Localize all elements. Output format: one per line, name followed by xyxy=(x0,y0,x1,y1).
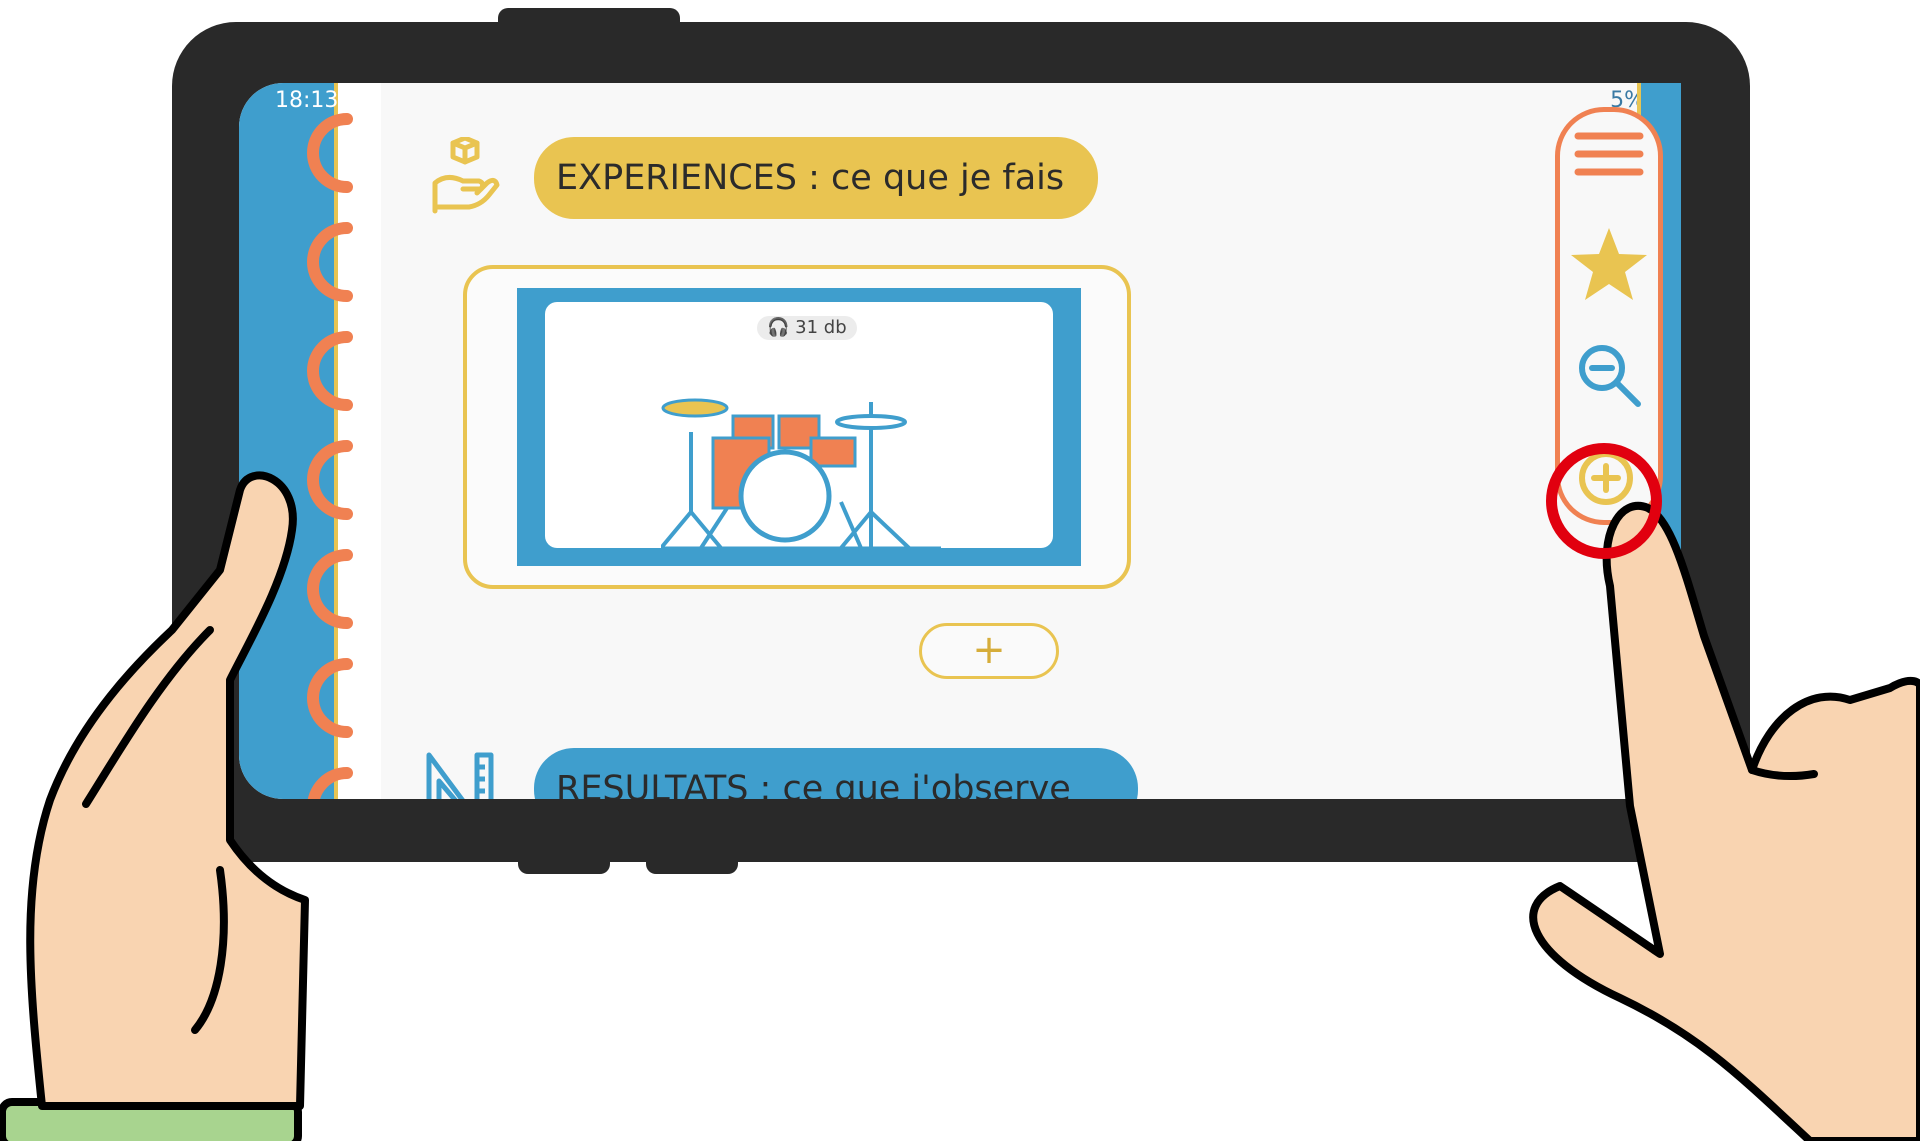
hand-holding-box-icon xyxy=(432,137,500,214)
drum-kit-illustration xyxy=(661,398,941,550)
section-resultats[interactable]: RESULTATS : ce que j'observe xyxy=(534,748,1138,799)
headphones-icon: 🎧 xyxy=(767,317,790,338)
media-canvas: 🎧 31 db xyxy=(545,302,1053,550)
section-experiences[interactable]: EXPERIENCES : ce que je fais xyxy=(534,137,1098,219)
add-button[interactable]: + xyxy=(919,623,1059,679)
hamburger-menu-icon[interactable] xyxy=(1574,130,1644,180)
tablet-screen: 18:13 5% EXPERIENCES : ce que je fais 🎧 … xyxy=(239,83,1681,799)
audio-badge[interactable]: 🎧 31 db xyxy=(757,316,857,340)
zoom-out-icon[interactable] xyxy=(1576,342,1644,410)
ruler-triangle-icon xyxy=(426,752,494,799)
media-frame: 🎧 31 db xyxy=(517,288,1081,566)
star-icon[interactable] xyxy=(1570,226,1648,302)
tap-highlight-ring xyxy=(1546,443,1662,559)
status-bar: 18:13 5% xyxy=(239,83,1681,119)
audio-level: 31 db xyxy=(795,317,847,338)
left-hand-illustration xyxy=(0,471,309,1141)
right-hand-illustration xyxy=(1529,502,1920,1141)
media-card[interactable]: 🎧 31 db xyxy=(463,265,1131,589)
status-time: 18:13 xyxy=(275,88,339,113)
